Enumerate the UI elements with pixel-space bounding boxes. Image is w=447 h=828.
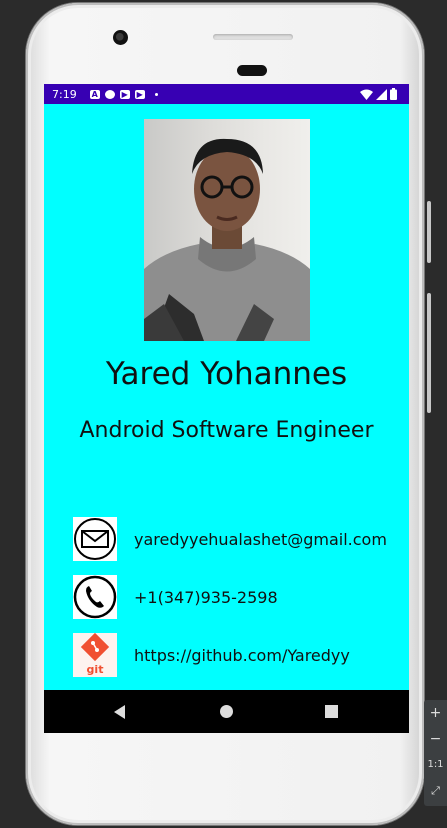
profile-title: Android Software Engineer — [79, 418, 374, 443]
top-speaker — [213, 34, 293, 40]
battery-icon — [390, 88, 397, 100]
camera-icon — [113, 30, 128, 45]
phone-icon — [73, 575, 117, 619]
fit-screen-button[interactable]: ⤢ — [424, 778, 447, 804]
wifi-icon — [360, 89, 373, 100]
status-bar: 7:19 A ▶ ▶ — [44, 84, 409, 104]
power-button[interactable] — [427, 201, 431, 263]
status-time: 7:19 — [52, 87, 77, 101]
notification-dot — [154, 92, 158, 96]
emulator-zoom-controls: + − 1:1 ⤢ — [424, 700, 447, 806]
person-illustration — [144, 138, 310, 341]
assistant-icon — [104, 89, 115, 99]
signal-icon — [376, 88, 387, 100]
contact-github[interactable]: git https://github.com/Yaredyy — [73, 633, 350, 677]
a-icon: A — [89, 89, 100, 99]
app-screen: 7:19 A ▶ ▶ Yared Yohannes Android Softwa… — [44, 84, 409, 733]
zoom-out-button[interactable]: − — [424, 726, 447, 752]
navigation-bar — [44, 690, 409, 733]
github-text: https://github.com/Yaredyy — [134, 645, 350, 665]
contact-email[interactable]: yaredyyehualashet@gmail.com — [73, 517, 387, 561]
profile-name: Yared Yohannes — [105, 356, 348, 392]
profile-photo — [144, 119, 310, 341]
recents-button[interactable] — [325, 705, 338, 718]
youtube-icon: ▶ — [119, 89, 130, 99]
back-button[interactable] — [114, 705, 125, 719]
volume-button[interactable] — [427, 293, 431, 413]
git-icon: git — [73, 633, 117, 677]
phone-text: +1(347)935-2598 — [134, 587, 278, 607]
actual-size-button[interactable]: 1:1 — [424, 752, 447, 778]
contact-phone[interactable]: +1(347)935-2598 — [73, 575, 278, 619]
git-icon-label: git — [87, 663, 104, 676]
earpiece — [237, 65, 267, 76]
email-text: yaredyyehualashet@gmail.com — [134, 529, 387, 549]
zoom-in-button[interactable]: + — [424, 700, 447, 726]
email-icon — [73, 517, 117, 561]
youtube-icon: ▶ — [134, 89, 145, 99]
home-button[interactable] — [220, 705, 233, 718]
